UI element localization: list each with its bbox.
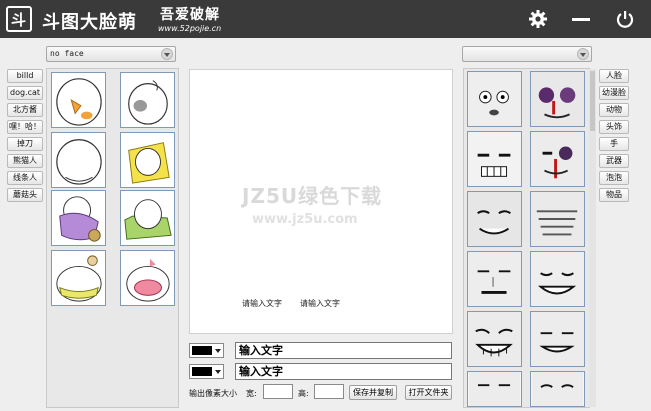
width-label: 宽: — [246, 389, 257, 398]
face-thumb[interactable] — [467, 311, 522, 367]
text-input-2[interactable]: 输入文字 — [235, 363, 452, 380]
height-input[interactable] — [314, 384, 344, 399]
text-color-picker-2[interactable] — [189, 364, 224, 379]
width-input[interactable] — [263, 384, 293, 399]
body-thumb[interactable] — [120, 72, 175, 128]
watermark-url: www.jz5u.com — [252, 212, 358, 227]
category-hand[interactable]: 手 — [599, 137, 629, 151]
power-icon[interactable] — [615, 9, 635, 29]
gear-icon[interactable] — [528, 9, 548, 29]
face-thumb[interactable] — [530, 71, 585, 127]
face-thumb[interactable] — [467, 371, 522, 407]
brand-name: 吾爱破解 — [160, 7, 220, 23]
app-title: 斗图大脸萌 — [42, 12, 137, 33]
meme-canvas[interactable]: JZ5U绿色下载 www.jz5u.com 请输入文字 请输入文字 — [189, 69, 453, 334]
category-heyha[interactable]: 嘿！哈！ — [7, 120, 43, 134]
category-north[interactable]: 北方酱 — [7, 103, 43, 117]
face-thumb[interactable] — [467, 131, 522, 187]
category-headwear[interactable]: 头饰 — [599, 120, 629, 134]
save-copy-button[interactable]: 保存并复制 — [349, 385, 397, 400]
scrollbar-thumb[interactable] — [590, 71, 595, 131]
category-knife[interactable]: 掉刀 — [7, 137, 43, 151]
category-line-man[interactable]: 线条人 — [7, 171, 43, 185]
open-folder-button[interactable]: 打开文件夹 — [405, 385, 452, 400]
face-select[interactable]: no face — [46, 46, 176, 62]
canvas-text-2[interactable]: 请输入文字 — [300, 298, 340, 309]
body-thumb[interactable] — [51, 72, 106, 128]
category-weapon[interactable]: 武器 — [599, 154, 629, 168]
category-panda[interactable]: 熊猫人 — [7, 154, 43, 168]
body-thumb[interactable] — [51, 132, 106, 188]
color-swatch — [192, 367, 212, 376]
face-select-value: no face — [50, 49, 84, 58]
canvas-text-1[interactable]: 请输入文字 — [242, 298, 282, 309]
title-bar: 斗 斗图大脸萌 吾爱破解 www.52pojie.cn — [0, 0, 651, 38]
face-grid-scrollbar[interactable] — [589, 69, 596, 407]
brand-url: www.52pojie.cn — [158, 24, 222, 33]
text-input-1[interactable]: 输入文字 — [235, 342, 452, 359]
category-billd[interactable]: billd — [7, 69, 43, 83]
body-thumb[interactable] — [51, 250, 106, 306]
category-mushroom[interactable]: 蘑菇头 — [7, 188, 43, 202]
chevron-down-icon — [577, 48, 589, 60]
category-anime-face[interactable]: 幼漫脸 — [599, 86, 629, 100]
watermark-title: JZ5U绿色下载 — [242, 184, 383, 208]
face-thumb[interactable] — [467, 71, 522, 127]
category-dog-cat[interactable]: dog.cat — [7, 86, 43, 100]
app-logo-icon: 斗 — [6, 6, 32, 32]
chevron-down-icon — [215, 370, 221, 374]
part-select[interactable] — [462, 46, 592, 62]
chevron-down-icon — [161, 48, 173, 60]
app-window: 斗 斗图大脸萌 吾爱破解 www.52pojie.cn no face bill… — [0, 0, 651, 411]
body-thumb[interactable] — [120, 190, 175, 246]
face-thumb[interactable] — [467, 191, 522, 247]
height-label: 高: — [298, 389, 309, 398]
category-bubble[interactable]: 泡泡 — [599, 171, 629, 185]
text-color-picker-1[interactable] — [189, 343, 224, 358]
face-thumb[interactable] — [530, 371, 585, 407]
body-thumb[interactable] — [120, 250, 175, 306]
color-swatch — [192, 346, 212, 355]
face-thumb[interactable] — [530, 251, 585, 307]
body-thumb[interactable] — [51, 190, 106, 246]
face-thumb[interactable] — [530, 131, 585, 187]
logo-char: 斗 — [11, 11, 27, 29]
output-size-label: 输出像素大小 — [189, 389, 237, 398]
category-animal[interactable]: 动物 — [599, 103, 629, 117]
face-thumb[interactable] — [530, 311, 585, 367]
face-thumb[interactable] — [467, 251, 522, 307]
minimize-icon[interactable] — [571, 9, 591, 29]
body-thumb[interactable] — [120, 132, 175, 188]
face-thumb[interactable] — [530, 191, 585, 247]
category-item[interactable]: 物品 — [599, 188, 629, 202]
category-face[interactable]: 人脸 — [599, 69, 629, 83]
brand-logo: 吾爱破解 www.52pojie.cn — [158, 4, 256, 36]
chevron-down-icon — [215, 349, 221, 353]
